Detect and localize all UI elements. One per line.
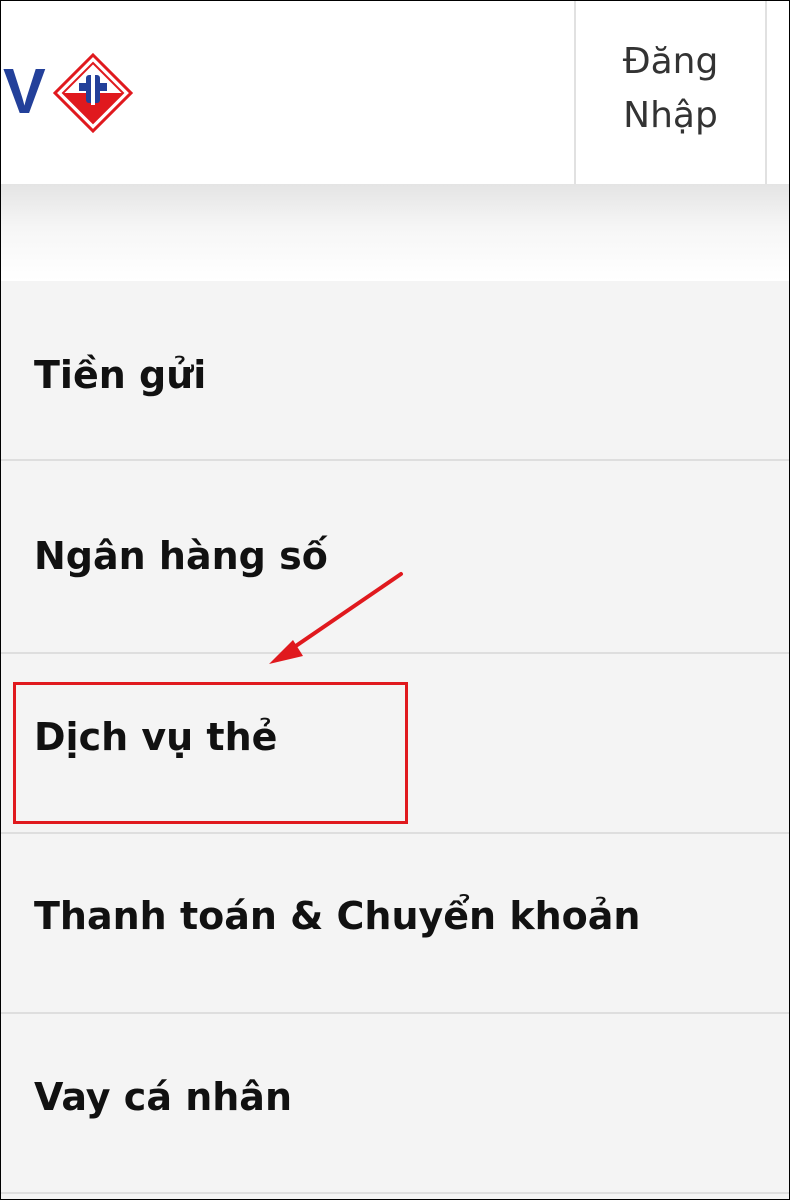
menu-item-tien-gui[interactable]: Tiền gửi	[1, 281, 789, 461]
menu-item-label: Vay cá nhân	[34, 1075, 293, 1119]
menu-item-label: Thanh toán & Chuyển khoản	[34, 894, 641, 938]
logo-text: V	[3, 55, 46, 127]
highlight-annotation	[13, 682, 408, 824]
bank-logo-icon[interactable]	[53, 53, 133, 133]
menu-item-thanh-toan[interactable]: Thanh toán & Chuyển khoản	[1, 834, 789, 1014]
menu-item-vay-ca-nhan[interactable]: Vay cá nhân	[1, 1014, 789, 1194]
top-header: V Đăng Nhập	[1, 1, 789, 184]
page-frame: V Đăng Nhập Tiền gửi Ngân hàng số Dịch v…	[0, 0, 790, 1200]
header-shadow	[1, 184, 789, 281]
login-label-line1: Đăng	[622, 41, 719, 82]
arrow-annotation-icon	[269, 572, 403, 664]
menu-item-label: Tiền gửi	[34, 353, 207, 397]
login-label-line2: Nhập	[623, 95, 718, 136]
login-button[interactable]: Đăng Nhập	[574, 1, 767, 184]
